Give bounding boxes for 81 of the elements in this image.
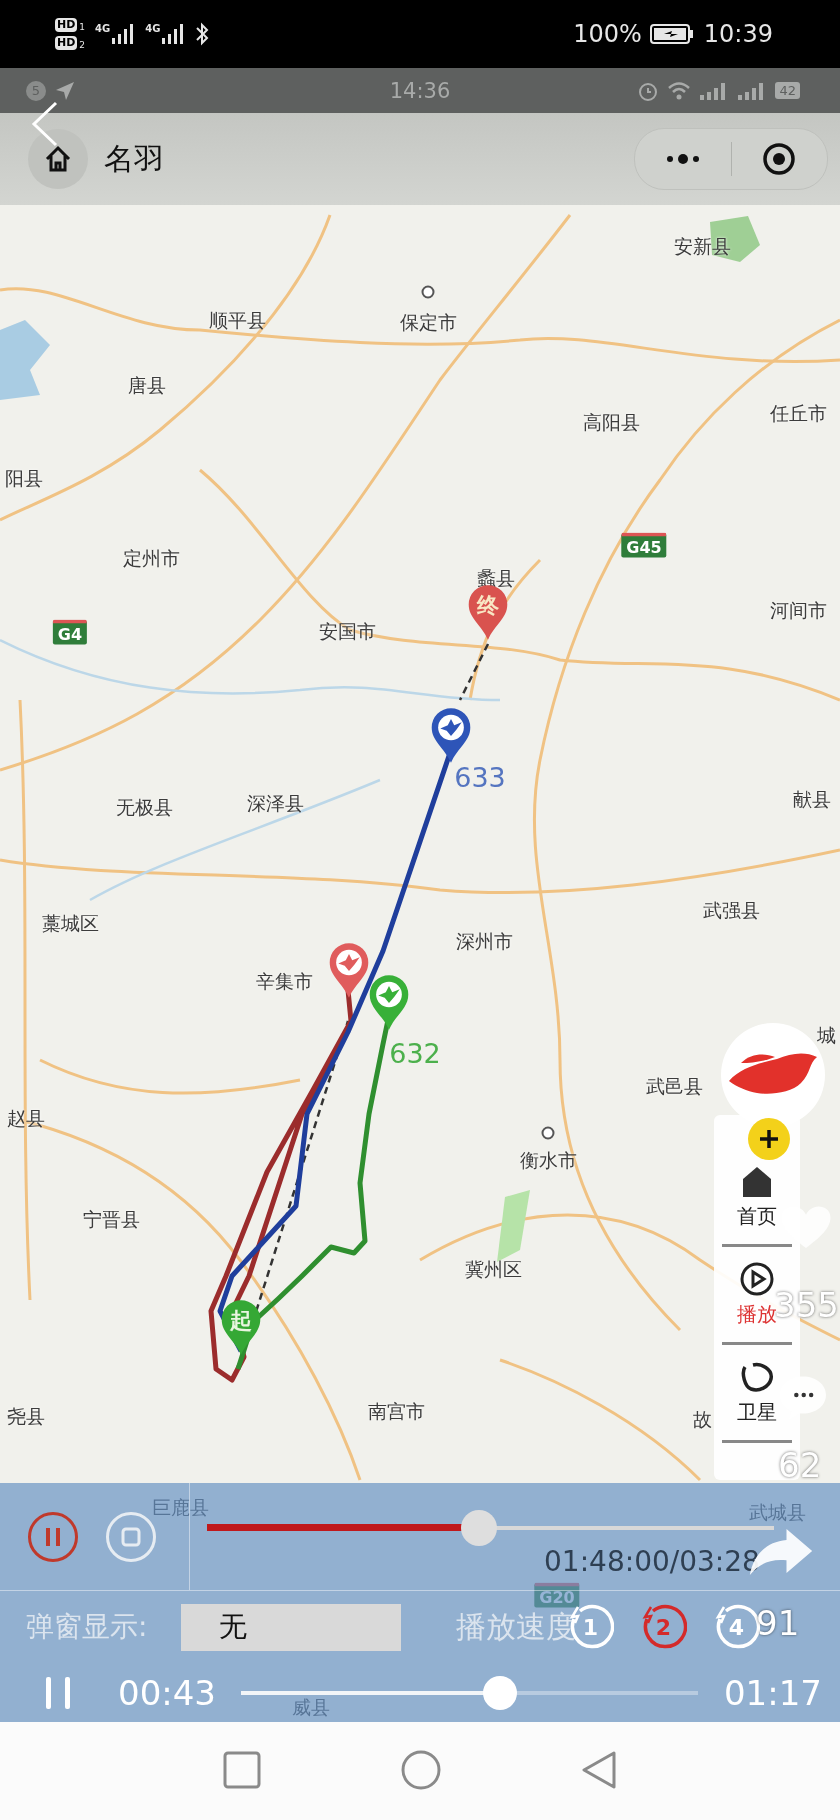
place-label: 深州市 — [455, 929, 513, 954]
sim-slot-number: 1 — [79, 22, 86, 32]
play-icon — [739, 1261, 775, 1297]
signal-icon — [111, 23, 136, 45]
start-marker[interactable]: 起 — [219, 1297, 263, 1357]
place-label: 献县 — [793, 787, 831, 812]
highway-shield: G20 — [534, 1582, 580, 1608]
place-label: 冀州区 — [464, 1257, 522, 1282]
highway-shield: G4 — [52, 619, 88, 645]
popup-display-label: 弹窗显示: — [26, 1609, 148, 1645]
home-icon — [43, 144, 73, 174]
clock-time: 14:36 — [389, 78, 451, 103]
place-label: 武强县 — [702, 898, 760, 923]
bird-marker[interactable] — [367, 972, 411, 1032]
bluetooth-icon — [195, 22, 210, 46]
square-icon — [223, 1750, 261, 1789]
app-title: 名羽 — [104, 139, 164, 178]
recent-apps-button[interactable] — [223, 1750, 261, 1792]
signal-icon — [161, 23, 186, 45]
place-label: 安新县 — [673, 234, 731, 259]
play-menu-item[interactable]: 播放 — [737, 1261, 777, 1328]
hd-badge: HD — [55, 36, 78, 50]
city-dot — [541, 1126, 555, 1140]
place-label: 宁晋县 — [82, 1207, 140, 1232]
bird-marker[interactable] — [327, 940, 371, 1000]
bird-marker[interactable] — [429, 705, 473, 765]
hd-badge: HD — [55, 18, 78, 32]
target-icon — [762, 142, 797, 176]
battery-percentage: 100% — [573, 20, 642, 48]
place-label: 高阳县 — [582, 410, 640, 435]
back-chevron-icon[interactable] — [30, 101, 60, 147]
place-label: 无极县 — [115, 795, 173, 820]
video-pause-button[interactable] — [44, 1676, 72, 1710]
place-label: 深泽县 — [246, 791, 304, 816]
battery-charging-icon — [649, 23, 694, 45]
place-label: 藁城区 — [41, 911, 99, 936]
stop-icon — [121, 1526, 141, 1547]
total-time: 01:17 — [724, 1673, 822, 1713]
location-arrow-icon — [54, 79, 76, 102]
home-menu-item[interactable]: 首页 — [737, 1163, 777, 1230]
dashed-line — [458, 643, 490, 701]
place-label: 辛集市 — [255, 969, 313, 994]
place-label: 定州市 — [122, 546, 180, 571]
place-label: 阳县 — [5, 466, 43, 491]
place-label: 南宫市 — [367, 1399, 425, 1424]
track-number: 632 — [389, 1037, 441, 1069]
place-label: 故 — [692, 1407, 712, 1432]
wifi-icon — [667, 80, 692, 101]
speed-button[interactable]: 2 — [639, 1603, 688, 1651]
place-label: 威县 — [292, 1695, 330, 1720]
track-number: 633 — [454, 761, 506, 793]
network-type: 4G — [95, 23, 111, 34]
park-area — [710, 216, 760, 262]
place-label: 武邑县 — [645, 1074, 703, 1099]
place-label: 巨鹿县 — [151, 1495, 209, 1520]
place-label: 武城县 — [748, 1500, 806, 1525]
place-label: 尧县 — [7, 1404, 45, 1429]
highway-shield: G45 — [621, 532, 667, 558]
pause-icon — [45, 1526, 61, 1547]
sim-slot-number: 2 — [79, 40, 86, 50]
place-label: 保定市 — [399, 310, 457, 335]
place-label: 河间市 — [769, 598, 827, 623]
place-label: 任丘市 — [769, 401, 827, 426]
clock-time: 10:39 — [703, 20, 773, 48]
more-dots-icon — [664, 153, 701, 165]
place-label: 顺平县 — [208, 308, 266, 333]
comment-count: 62 — [778, 1445, 822, 1485]
battery-level: 42 — [775, 82, 800, 99]
satellite-menu-item[interactable]: 卫星 — [737, 1359, 777, 1426]
place-label: 城 — [816, 1023, 836, 1048]
popup-display-field[interactable]: 无 — [181, 1603, 402, 1651]
plus-icon — [757, 1127, 781, 1151]
place-label: 唐县 — [128, 373, 166, 398]
pause-button[interactable] — [28, 1511, 78, 1562]
add-button[interactable] — [748, 1118, 790, 1160]
triangle-icon — [581, 1749, 617, 1790]
circle-icon — [401, 1749, 441, 1790]
elapsed-time: 00:43 — [118, 1673, 216, 1713]
network-type: 4G — [145, 23, 161, 34]
pause-icon — [44, 1676, 72, 1710]
city-dot — [421, 285, 435, 299]
